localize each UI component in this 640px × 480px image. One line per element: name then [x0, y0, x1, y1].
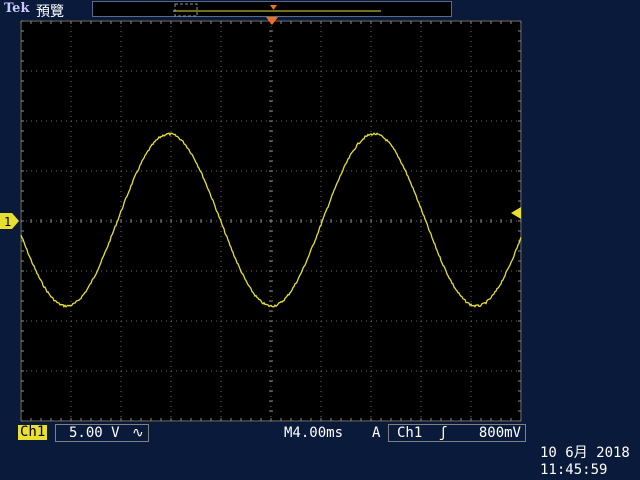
channel-1-marker-label: 1	[4, 215, 11, 229]
record-view-graphic	[173, 3, 381, 17]
channel-badge[interactable]: Ch1	[18, 425, 48, 440]
waveform-display	[20, 20, 522, 422]
time-readout: 11:45:59	[540, 462, 608, 478]
trigger-position-marker[interactable]	[266, 17, 278, 26]
rising-edge-icon: ʃ	[439, 425, 448, 441]
date-readout: 10 6月 2018	[540, 445, 630, 461]
trigger-readout[interactable]: Ch1 ʃ 800mV	[388, 424, 526, 442]
top-status-bar: Tek 預覽	[0, 0, 640, 20]
acquisition-status: 預覽	[36, 4, 64, 20]
trigger-level: 800mV	[478, 425, 521, 441]
vertical-scale-readout[interactable]: 5.00 V ∿	[55, 424, 149, 442]
channel-1-ground-marker[interactable]: 1	[0, 212, 20, 230]
graticule	[20, 20, 522, 422]
trigger-level-marker[interactable]	[510, 207, 522, 219]
record-view-bar[interactable]	[92, 1, 452, 17]
coupling-icon: ∿	[132, 425, 144, 441]
vertical-scale-value: 5.00 V	[69, 425, 120, 441]
trigger-mode: A	[372, 425, 381, 441]
brand-logo: Tek	[4, 1, 30, 16]
timebase-readout[interactable]: M4.00ms	[284, 425, 343, 441]
trigger-source: Ch1	[397, 425, 423, 441]
